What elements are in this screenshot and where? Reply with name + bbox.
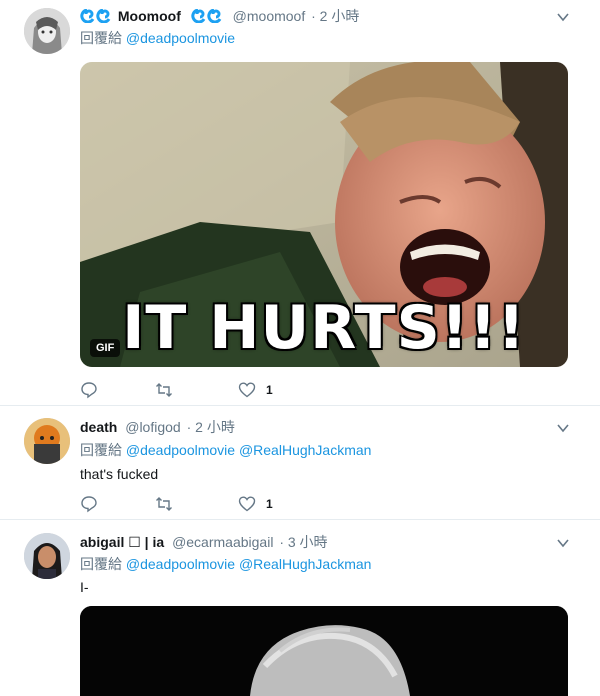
timestamp[interactable]: · 3 小時 bbox=[279, 534, 327, 550]
gif-media[interactable]: IT HURTS!!! GIF bbox=[80, 62, 568, 367]
heart-icon bbox=[238, 496, 256, 512]
tweet-abigail: abigail ☐ | ia @ecarmaabigail · 3 小時 回覆給… bbox=[0, 520, 600, 696]
gif-badge: GIF bbox=[90, 339, 121, 357]
avatar[interactable] bbox=[24, 418, 70, 464]
tweet-text: that's fucked bbox=[80, 466, 159, 482]
handle[interactable]: @lofigod bbox=[125, 419, 180, 435]
like-button[interactable]: 1 bbox=[238, 380, 273, 400]
tweet-death: death @lofigod · 2 小時 回覆給 @deadpoolmovie… bbox=[0, 406, 600, 519]
mention-link[interactable]: @RealHughJackman bbox=[239, 442, 372, 458]
chevron-down-icon[interactable] bbox=[556, 536, 570, 550]
retweet-icon bbox=[156, 383, 172, 397]
reply-prefix: 回覆給 bbox=[80, 556, 122, 572]
timestamp[interactable]: · 2 小時 bbox=[311, 8, 359, 24]
reply-icon bbox=[81, 496, 97, 513]
display-name[interactable]: death bbox=[80, 419, 117, 435]
like-count: 1 bbox=[266, 497, 273, 511]
like-count: 1 bbox=[266, 383, 273, 397]
display-name[interactable]: Moomoof bbox=[118, 8, 181, 24]
retweet-button[interactable] bbox=[155, 380, 173, 400]
reply-context: 回覆給 @deadpoolmovie @RealHughJackman bbox=[80, 555, 371, 573]
wave-icon bbox=[80, 8, 114, 27]
mention-link[interactable]: @RealHughJackman bbox=[239, 556, 372, 572]
display-name[interactable]: abigail ☐ | ia bbox=[80, 534, 164, 550]
reply-prefix: 回覆給 bbox=[80, 30, 122, 46]
tweet-header: Moomoof @moomoof · 2 小時 bbox=[80, 7, 359, 27]
action-bar: 1 bbox=[80, 380, 380, 400]
gif-caption: IT HURTS!!! bbox=[122, 293, 526, 363]
retweet-icon bbox=[156, 497, 172, 511]
retweet-button[interactable] bbox=[155, 494, 173, 514]
reply-prefix: 回覆給 bbox=[80, 442, 122, 458]
reply-icon bbox=[81, 382, 97, 399]
image-media[interactable] bbox=[80, 606, 568, 696]
wave-icon bbox=[191, 8, 225, 27]
handle[interactable]: @moomoof bbox=[233, 8, 306, 24]
tweet-header: abigail ☐ | ia @ecarmaabigail · 3 小時 bbox=[80, 533, 328, 551]
tweet-moomoof: Moomoof @moomoof · 2 小時 回覆給 @deadpoolmov… bbox=[0, 0, 600, 405]
mention-link[interactable]: @deadpoolmovie bbox=[126, 442, 235, 458]
action-bar: 1 bbox=[80, 494, 380, 514]
reply-button[interactable] bbox=[80, 494, 98, 514]
handle[interactable]: @ecarmaabigail bbox=[172, 534, 273, 550]
chevron-down-icon[interactable] bbox=[556, 10, 570, 24]
tweet-text: I- bbox=[80, 579, 89, 595]
like-button[interactable]: 1 bbox=[238, 494, 273, 514]
timestamp[interactable]: · 2 小時 bbox=[187, 419, 235, 435]
mention-link[interactable]: @deadpoolmovie bbox=[126, 30, 235, 46]
reply-context: 回覆給 @deadpoolmovie bbox=[80, 29, 235, 47]
chevron-down-icon[interactable] bbox=[556, 421, 570, 435]
reply-context: 回覆給 @deadpoolmovie @RealHughJackman bbox=[80, 441, 371, 459]
reply-button[interactable] bbox=[80, 380, 98, 400]
mention-link[interactable]: @deadpoolmovie bbox=[126, 556, 235, 572]
heart-icon bbox=[238, 382, 256, 398]
tweet-header: death @lofigod · 2 小時 bbox=[80, 418, 235, 436]
avatar[interactable] bbox=[24, 533, 70, 579]
avatar[interactable] bbox=[24, 8, 70, 54]
